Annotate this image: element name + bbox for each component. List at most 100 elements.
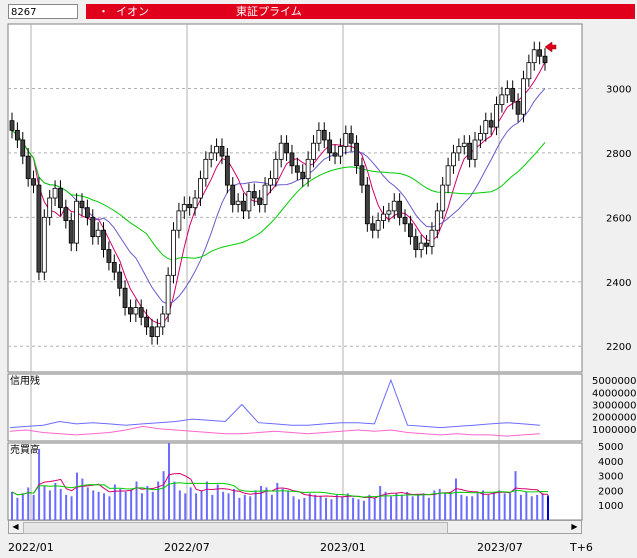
- candle-up: [273, 158, 279, 180]
- candle-up: [41, 216, 47, 273]
- volume-bar: [492, 491, 495, 520]
- y-tick-label: 1000: [598, 501, 623, 512]
- candle-down: [542, 55, 548, 64]
- horizontal-scrollbar[interactable]: ◀ ▶: [8, 520, 582, 534]
- y-tick-label: 2000: [598, 486, 623, 497]
- candle-up: [203, 158, 209, 180]
- volume-bar: [536, 494, 539, 520]
- candle-down: [284, 142, 289, 154]
- volume-bar: [417, 494, 420, 520]
- volume-bar: [119, 488, 122, 520]
- volume-bar: [411, 496, 414, 520]
- candle-up: [160, 313, 166, 328]
- volume-bar: [525, 491, 528, 520]
- candle-down: [510, 88, 516, 102]
- volume-bar: [503, 493, 506, 520]
- candle-up: [445, 165, 451, 186]
- candle-down: [219, 146, 225, 157]
- candle-down: [31, 178, 36, 186]
- panel-frame: [7, 23, 583, 373]
- candle-up: [434, 210, 440, 231]
- candle-down: [413, 236, 419, 250]
- volume-bar: [151, 491, 154, 520]
- candle-down: [515, 100, 521, 115]
- candle-down: [79, 200, 85, 209]
- candle-up: [235, 200, 241, 205]
- volume-bar: [476, 493, 479, 520]
- volume-bar: [330, 499, 333, 520]
- candle-down: [101, 229, 106, 250]
- volume-bar: [86, 487, 89, 520]
- volume-bar: [325, 497, 328, 520]
- candle-down: [294, 165, 300, 173]
- y-tick-label: 1000000: [592, 425, 637, 436]
- candle-up: [526, 62, 532, 80]
- volume-bar: [509, 493, 512, 520]
- volume-bar: [178, 490, 181, 520]
- volume-bar: [287, 490, 290, 520]
- volume-bar: [406, 491, 409, 520]
- candle-up: [214, 146, 219, 154]
- volume-bar: [341, 496, 344, 520]
- arrow-right-icon[interactable]: ▶: [568, 521, 581, 533]
- volume-bar: [59, 488, 62, 520]
- candle-up: [386, 210, 392, 215]
- volume-bar: [103, 493, 106, 520]
- volume-bar: [97, 491, 100, 520]
- y-tick-label: 3000: [606, 84, 631, 95]
- candle-down: [488, 120, 494, 128]
- candle-up: [171, 229, 176, 276]
- candle-up: [494, 104, 499, 128]
- y-tick-label: 4000: [598, 457, 623, 468]
- volume-bar: [130, 490, 133, 520]
- candle-down: [321, 129, 327, 141]
- candle-up: [343, 133, 349, 147]
- volume-bar: [519, 494, 522, 520]
- scroll-thumb[interactable]: [23, 522, 448, 534]
- candle-down: [327, 139, 333, 154]
- candle-up: [181, 204, 187, 212]
- volume-bar: [222, 491, 225, 520]
- arrow-left-icon[interactable]: ◀: [9, 521, 22, 533]
- volume-bar: [379, 485, 382, 520]
- volume-bar: [422, 493, 425, 520]
- candle-up: [472, 139, 478, 160]
- volume-bar: [227, 493, 230, 520]
- candle-up: [429, 229, 435, 247]
- candle-down: [467, 142, 473, 160]
- volume-bar: [270, 494, 273, 520]
- volume-bar: [498, 490, 501, 520]
- x-tick-label: T+6: [570, 541, 593, 554]
- candle-down: [537, 49, 543, 57]
- volume-bar: [216, 484, 219, 520]
- candle-down: [241, 200, 246, 212]
- candle-up: [311, 142, 316, 160]
- candle-down: [370, 223, 376, 231]
- candle-up: [418, 242, 424, 250]
- candle-up: [52, 187, 58, 199]
- candle-down: [144, 316, 149, 328]
- candle-up: [483, 120, 489, 134]
- volume-bar: [243, 494, 246, 520]
- candle-down: [408, 223, 413, 238]
- volume-bar: [11, 491, 13, 520]
- candle-down: [359, 165, 365, 186]
- candle-down: [224, 155, 230, 186]
- candle-down: [106, 249, 112, 263]
- volume-bar: [48, 490, 51, 520]
- volume-bar: [319, 496, 322, 520]
- x-tick-label: 2022/01: [8, 541, 54, 554]
- volume-bar: [482, 490, 485, 520]
- candle-up: [47, 197, 53, 218]
- candle-down: [187, 204, 193, 209]
- volume-bar: [444, 493, 447, 520]
- volume-bar: [43, 485, 46, 520]
- volume-bar: [357, 499, 360, 520]
- candle-down: [122, 287, 128, 308]
- candle-up: [268, 178, 273, 186]
- volume-bar: [297, 499, 300, 520]
- candle-up: [154, 326, 160, 337]
- volume-bar: [205, 481, 208, 520]
- candle-up: [391, 200, 397, 212]
- y-tick-label: 3000000: [592, 400, 637, 411]
